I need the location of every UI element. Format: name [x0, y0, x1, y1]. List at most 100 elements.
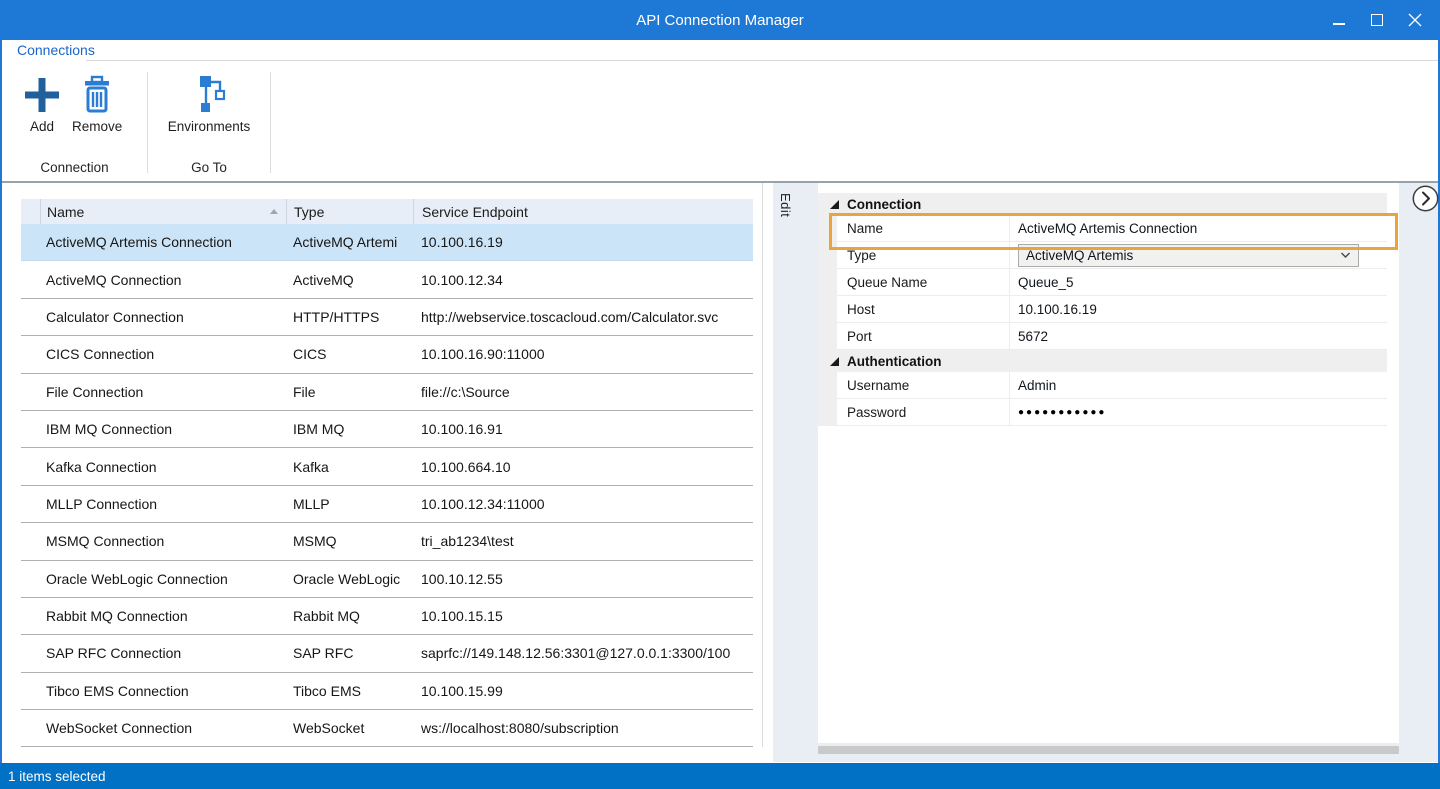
cell-type: Rabbit MQ	[286, 608, 413, 624]
dropdown-value: ActiveMQ Artemis	[1026, 248, 1133, 263]
cell-name: CICS Connection	[40, 346, 286, 362]
field-value-cell[interactable]: Admin	[1010, 372, 1387, 399]
field-value[interactable]: ●●●●●●●●●●●	[1010, 407, 1106, 418]
column-header-type[interactable]: Type	[286, 199, 413, 224]
cell-endpoint: 100.10.12.55	[413, 571, 753, 587]
remove-button[interactable]: Remove	[72, 74, 122, 134]
table-row[interactable]: IBM MQ ConnectionIBM MQ10.100.16.91	[21, 411, 753, 448]
table-row[interactable]: File ConnectionFilefile://c:\Source	[21, 374, 753, 411]
table-row[interactable]: MLLP ConnectionMLLP10.100.12.34:11000	[21, 486, 753, 523]
cell-name: ActiveMQ Artemis Connection	[40, 234, 286, 250]
ribbon-group-connection: Add Remove Connection	[2, 62, 147, 181]
cell-endpoint: 10.100.16.19	[413, 234, 753, 250]
cell-name: File Connection	[40, 384, 286, 400]
add-button[interactable]: Add	[22, 74, 62, 134]
field-value[interactable]: 5672	[1010, 329, 1048, 344]
collapse-panel-button[interactable]	[1412, 185, 1439, 212]
field-value-cell[interactable]: ActiveMQ Artemis Connection	[1010, 215, 1387, 242]
field-row-name: NameActiveMQ Artemis Connection	[818, 215, 1387, 242]
connections-table: Name Type Service Endpoint ActiveMQ Arte…	[21, 199, 753, 747]
field-value-cell[interactable]: ●●●●●●●●●●●	[1010, 399, 1387, 426]
status-text: 1 items selected	[8, 769, 106, 784]
close-button[interactable]	[1396, 0, 1434, 40]
table-row[interactable]: SAP RFC ConnectionSAP RFCsaprfc://149.14…	[21, 635, 753, 672]
field-value-cell[interactable]: Queue_5	[1010, 269, 1387, 296]
field-value[interactable]: ActiveMQ Artemis Connection	[1010, 221, 1197, 236]
sort-ascending-icon	[270, 209, 278, 214]
section-title: Authentication	[847, 354, 942, 369]
section-title: Connection	[847, 197, 921, 212]
table-row[interactable]: Tibco EMS ConnectionTibco EMS10.100.15.9…	[21, 673, 753, 710]
field-value-cell[interactable]: 5672	[1010, 323, 1387, 350]
column-header-endpoint[interactable]: Service Endpoint	[413, 199, 753, 224]
maximize-button[interactable]	[1358, 0, 1396, 40]
environments-label: Environments	[168, 119, 251, 134]
cell-name: MSMQ Connection	[40, 533, 286, 549]
cell-type: File	[286, 384, 413, 400]
cell-name: IBM MQ Connection	[40, 421, 286, 437]
field-value[interactable]: Admin	[1010, 378, 1056, 393]
minimize-button[interactable]	[1320, 0, 1358, 40]
table-row[interactable]: MSMQ ConnectionMSMQtri_ab1234\test	[21, 523, 753, 560]
edit-tab[interactable]: Edit	[778, 193, 793, 217]
field-label: Password	[837, 399, 1010, 426]
field-row-username: UsernameAdmin	[818, 372, 1387, 399]
group-label-connection: Connection	[2, 160, 147, 175]
cell-type: Kafka	[286, 459, 413, 475]
cell-name: Kafka Connection	[40, 459, 286, 475]
panel-splitter[interactable]	[762, 183, 763, 747]
cell-endpoint: saprfc://149.148.12.56:3301@127.0.0.1:33…	[413, 645, 753, 661]
cell-endpoint: 10.100.12.34:11000	[413, 496, 753, 512]
field-row-queue-name: Queue NameQueue_5	[818, 269, 1387, 296]
row-indent	[818, 399, 837, 426]
collapse-triangle-icon	[830, 357, 839, 366]
edit-panel: Edit ConnectionNameActiveMQ Artemis Conn…	[773, 183, 1438, 762]
type-dropdown[interactable]: ActiveMQ Artemis	[1018, 244, 1359, 267]
table-row[interactable]: CICS ConnectionCICS10.100.16.90:11000	[21, 336, 753, 373]
cell-name: ActiveMQ Connection	[40, 272, 286, 288]
section-header-authentication[interactable]: Authentication	[818, 350, 1387, 372]
table-row[interactable]: Oracle WebLogic ConnectionOracle WebLogi…	[21, 561, 753, 598]
property-grid: Connection NameActiveMQ Artemis Connectio…	[818, 193, 1387, 426]
maximize-icon	[1371, 14, 1383, 26]
status-bar: 1 items selected	[0, 763, 1440, 789]
field-row-host: Host10.100.16.19	[818, 296, 1387, 323]
cell-type: Tibco EMS	[286, 683, 413, 699]
cell-type: Oracle WebLogic	[286, 571, 413, 587]
field-label: Name	[837, 215, 1010, 242]
field-value-cell[interactable]: 10.100.16.19	[1010, 296, 1387, 323]
table-row[interactable]: ActiveMQ Artemis ConnectionActiveMQ Arte…	[21, 224, 753, 261]
chevron-down-icon	[1340, 252, 1351, 259]
field-row-password: Password●●●●●●●●●●●	[818, 399, 1387, 426]
environments-icon	[189, 74, 229, 116]
table-row[interactable]: Calculator ConnectionHTTP/HTTPShttp://we…	[21, 299, 753, 336]
cell-name: Oracle WebLogic Connection	[40, 571, 286, 587]
minimize-icon	[1333, 23, 1345, 25]
cell-type: WebSocket	[286, 720, 413, 736]
column-header-name[interactable]: Name	[40, 199, 286, 224]
table-row[interactable]: Rabbit MQ ConnectionRabbit MQ10.100.15.1…	[21, 598, 753, 635]
table-body: ActiveMQ Artemis ConnectionActiveMQ Arte…	[21, 224, 753, 747]
table-row[interactable]: Kafka ConnectionKafka10.100.664.10	[21, 448, 753, 485]
cell-endpoint: 10.100.664.10	[413, 459, 753, 475]
table-row[interactable]: ActiveMQ ConnectionActiveMQ10.100.12.34	[21, 261, 753, 298]
row-indent	[818, 242, 837, 269]
column-header-name-label: Name	[47, 204, 84, 220]
tab-connections[interactable]: Connections	[17, 42, 95, 58]
field-value[interactable]: Queue_5	[1010, 275, 1074, 290]
field-value[interactable]: 10.100.16.19	[1010, 302, 1097, 317]
plus-icon	[22, 74, 62, 116]
property-card: Connection NameActiveMQ Artemis Connectio…	[818, 183, 1399, 743]
cell-name: Tibco EMS Connection	[40, 683, 286, 699]
environments-button[interactable]: Environments	[168, 74, 251, 134]
field-value-cell[interactable]: ActiveMQ Artemis	[1010, 242, 1387, 269]
horizontal-scrollbar[interactable]	[818, 746, 1399, 754]
cell-endpoint: http://webservice.toscacloud.com/Calcula…	[413, 309, 753, 325]
ribbon-tab-row: Connections	[2, 40, 1438, 62]
section-header-connection[interactable]: Connection	[818, 193, 1387, 215]
table-row[interactable]: WebSocket ConnectionWebSocketws://localh…	[21, 710, 753, 747]
header-gutter	[21, 199, 40, 224]
cell-endpoint: ws://localhost:8080/subscription	[413, 720, 753, 736]
app-window: API Connection Manager Connections Add	[0, 0, 1440, 789]
window-title: API Connection Manager	[0, 12, 1440, 29]
